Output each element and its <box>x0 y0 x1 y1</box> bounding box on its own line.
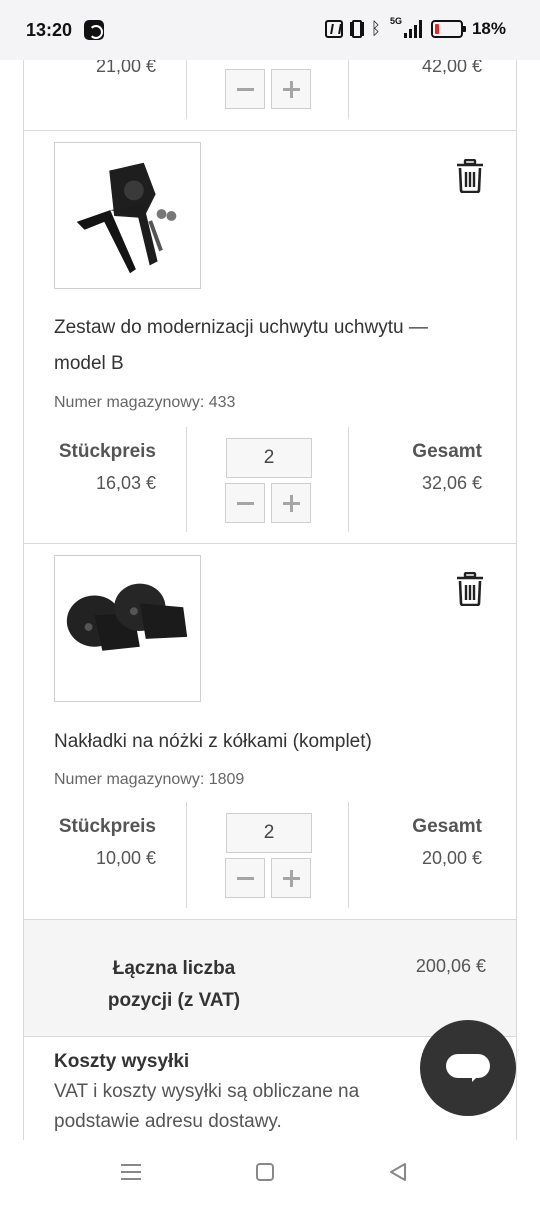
cart-item-partial: 21,00 € 42,00 € <box>24 60 516 131</box>
unit-price-value: 10,00 € <box>95 848 156 868</box>
unit-price-value: 16,03 € <box>95 473 156 493</box>
bluetooth-icon: ᛒ <box>370 19 381 39</box>
quantity-decrease-button[interactable] <box>225 483 265 523</box>
total-column: 42,00 € <box>348 60 516 119</box>
app-notification-icon <box>84 20 104 40</box>
bracket-kit-image <box>55 143 200 288</box>
product-name[interactable]: Nakładki na nóżki z kółkami (komplet) <box>54 724 464 760</box>
battery-percent: 18% <box>471 19 506 38</box>
trash-icon <box>457 572 483 606</box>
total-value: 32,06 € <box>421 473 482 493</box>
vibrate-icon <box>351 20 362 38</box>
quantity-increase-button[interactable] <box>271 858 311 898</box>
total-column: Gesamt 32,06 € <box>348 427 516 532</box>
nfc-icon <box>324 20 343 38</box>
signal-icon: 5G <box>390 16 422 38</box>
quantity-input[interactable]: 2 <box>226 813 312 853</box>
product-name[interactable]: Zestaw do modernizacji uchwytu uchwytu —… <box>54 310 464 382</box>
cart-total-row: Łączna liczba pozycji (z VAT) 200,06 € <box>24 920 516 1037</box>
trash-icon <box>457 159 483 193</box>
total-value: 20,00 € <box>421 848 482 868</box>
quantity-decrease-button[interactable] <box>225 858 265 898</box>
cart-total-label: Łączna liczba pozycji (z VAT) <box>107 958 241 1011</box>
total-label: Gesamt <box>412 441 482 462</box>
chat-bubble-icon <box>446 1054 490 1078</box>
delete-item-button[interactable] <box>456 572 484 606</box>
unit-price-column: 21,00 € <box>24 60 187 119</box>
cart-item: Zestaw do modernizacji uchwytu uchwytu —… <box>24 131 516 544</box>
cart-item: Nakładki na nóżki z kółkami (komplet) Nu… <box>24 544 516 920</box>
chat-bubble-tail <box>472 1072 482 1082</box>
shipping-description: VAT i koszty wysyłki są obliczane na pod… <box>54 1081 360 1132</box>
unit-price-column: Stückpreis 16,03 € <box>24 427 187 532</box>
unit-price-label: Stückpreis <box>58 816 156 837</box>
chat-button[interactable] <box>420 1020 516 1116</box>
status-icons: ᛒ 5G 18% <box>324 16 506 39</box>
product-image[interactable] <box>54 142 201 289</box>
product-sku: Numer magazynowy: 1809 <box>54 771 245 788</box>
unit-price-label: Stückpreis <box>58 441 156 462</box>
home-button[interactable] <box>256 1163 274 1181</box>
battery-icon <box>430 20 466 38</box>
unit-price-column: Stückpreis 10,00 € <box>24 802 187 908</box>
network-type-label: 5G <box>389 16 402 26</box>
shipping-title: Koszty wysyłki <box>54 1051 190 1072</box>
wheel-caps-image <box>55 556 200 701</box>
status-time: 13:20 <box>26 20 73 40</box>
back-button[interactable] <box>388 1162 408 1182</box>
cart-list: 21,00 € 42,00 € Zestaw do modernizacji u… <box>23 60 517 1140</box>
status-bar: 13:20 ᛒ 5G 18% <box>0 0 540 60</box>
system-navigation-bar <box>0 1140 540 1206</box>
quantity-input[interactable]: 2 <box>226 438 312 478</box>
total-label: Gesamt <box>412 816 482 837</box>
cart-total-value: 200,06 € <box>415 956 486 976</box>
quantity-decrease-button[interactable] <box>225 69 265 109</box>
quantity-increase-button[interactable] <box>271 483 311 523</box>
quantity-increase-button[interactable] <box>271 69 311 109</box>
product-sku: Numer magazynowy: 433 <box>54 394 236 411</box>
total-column: Gesamt 20,00 € <box>348 802 516 908</box>
product-image[interactable] <box>54 555 201 702</box>
recent-apps-button[interactable] <box>121 1164 141 1180</box>
back-triangle-icon <box>390 1163 406 1181</box>
delete-item-button[interactable] <box>456 159 484 193</box>
total-value: 42,00 € <box>421 60 482 76</box>
unit-price-value: 21,00 € <box>95 60 156 76</box>
